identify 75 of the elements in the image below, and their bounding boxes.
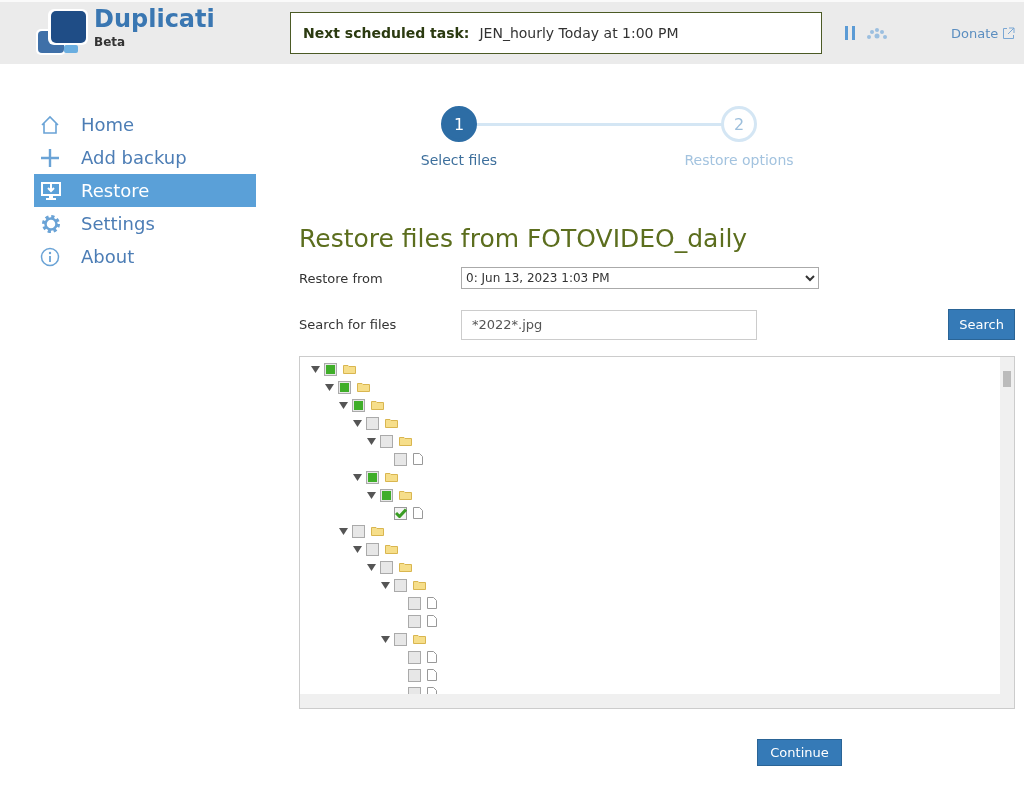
file-icon (427, 669, 437, 681)
tree-checkbox[interactable] (408, 668, 421, 682)
folder-icon (399, 436, 412, 446)
expand-toggle-icon[interactable] (338, 525, 349, 537)
tree-checkbox[interactable] (380, 434, 393, 448)
tree-checkbox[interactable] (352, 524, 365, 538)
folder-icon (413, 580, 426, 590)
expand-toggle-icon[interactable] (380, 633, 391, 645)
pause-icon[interactable] (844, 26, 856, 40)
tree-checkbox[interactable] (366, 416, 379, 430)
step-circle: 1 (441, 106, 477, 142)
search-field[interactable]: *2022*.jpg (461, 309, 757, 340)
plus-icon (40, 147, 60, 168)
tree-checkbox[interactable] (408, 614, 421, 628)
expand-toggle-icon[interactable] (366, 489, 377, 501)
external-link-icon (1002, 26, 1016, 40)
file-icon (413, 507, 423, 519)
folder-icon (357, 382, 370, 392)
step-label: Restore options (684, 152, 794, 168)
folder-icon (399, 490, 412, 500)
tree-checkbox[interactable] (380, 560, 393, 574)
expand-toggle-icon[interactable] (310, 363, 321, 375)
app-name: Duplicati (94, 5, 215, 33)
folder-icon (385, 472, 398, 482)
speedometer-icon[interactable] (866, 27, 888, 39)
tree-checkbox[interactable] (408, 650, 421, 664)
field-label: Restore from (299, 270, 384, 286)
tree-checkbox[interactable] (394, 452, 407, 466)
settings-icon (40, 212, 62, 235)
vertical-scrollbar[interactable] (1000, 357, 1014, 694)
folder-icon (385, 544, 398, 554)
logo-icon (36, 9, 88, 57)
step-label: Select files (420, 152, 498, 168)
expand-toggle-icon[interactable] (324, 381, 335, 393)
step-circle: 2 (721, 106, 757, 142)
nav-item[interactable]: Settings (34, 207, 256, 240)
info-icon (40, 246, 60, 267)
monitor-download-icon (40, 180, 62, 201)
nav-item[interactable]: About (34, 240, 256, 273)
tree-checkbox[interactable] (366, 542, 379, 556)
tree-checkbox[interactable] (394, 578, 407, 592)
expand-toggle-icon[interactable] (380, 579, 391, 591)
restore-point-dropdown[interactable]: 0: Jun 13, 2023 1:03 PM (461, 267, 819, 289)
expand-toggle-icon[interactable] (352, 543, 363, 555)
tree-checkbox[interactable] (408, 596, 421, 610)
folder-icon (371, 526, 384, 536)
tree-checkbox[interactable] (394, 506, 407, 520)
file-icon (427, 597, 437, 609)
field-label: Search for files (299, 317, 398, 332)
donate-link[interactable]: Donate (951, 25, 999, 41)
file-icon (427, 615, 437, 627)
page-title: Restore files from FOTOVIDEO_daily (299, 224, 749, 253)
file-icon (427, 651, 437, 663)
nav-item[interactable]: Add backup (34, 141, 256, 174)
folder-icon (343, 364, 356, 374)
nav-item[interactable]: Home (34, 108, 256, 141)
expand-toggle-icon[interactable] (366, 561, 377, 573)
horizontal-scrollbar[interactable] (300, 694, 1014, 708)
expand-toggle-icon[interactable] (338, 399, 349, 411)
folder-icon (413, 634, 426, 644)
expand-toggle-icon[interactable] (366, 435, 377, 447)
continue-button[interactable]: Continue (757, 739, 842, 766)
search-button[interactable]: Search (948, 309, 1015, 340)
home-icon (40, 114, 60, 135)
edition-label: Beta (94, 35, 127, 49)
folder-icon (385, 418, 398, 428)
task-value: JEN_hourly Today at 1:00 PM (479, 25, 679, 41)
folder-icon (399, 562, 412, 572)
tree-checkbox[interactable] (394, 632, 407, 646)
expand-toggle-icon[interactable] (352, 471, 363, 483)
nav-item[interactable]: Restore (34, 174, 256, 207)
folder-icon (371, 400, 384, 410)
file-icon (413, 453, 423, 465)
expand-toggle-icon[interactable] (352, 417, 363, 429)
task-label: Next scheduled task: (303, 25, 470, 41)
